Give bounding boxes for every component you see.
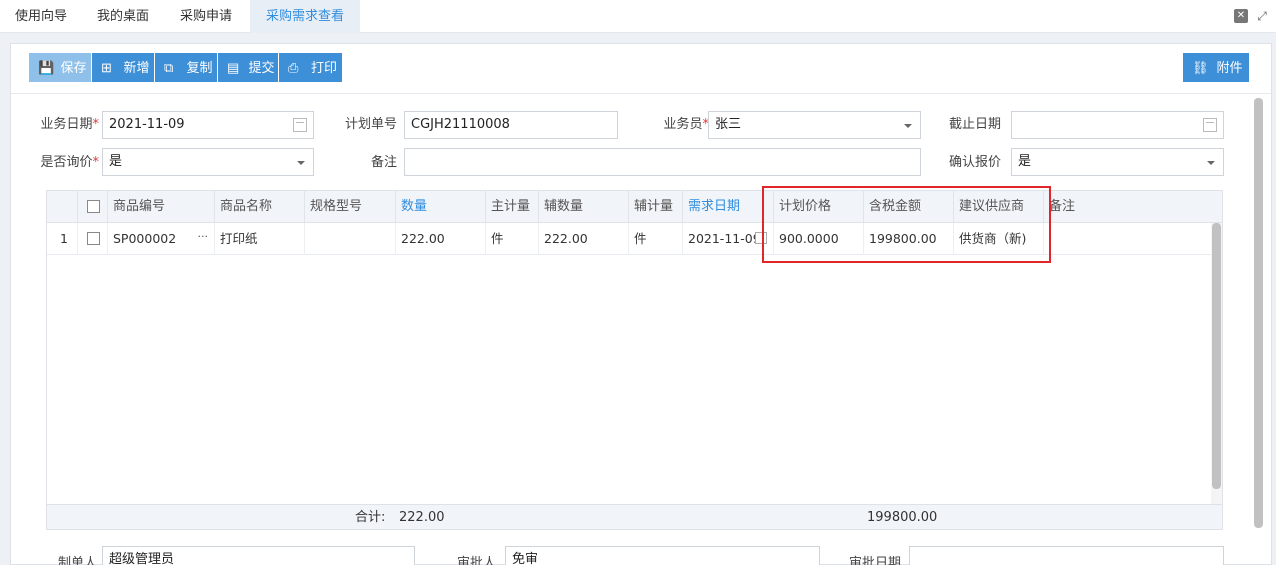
link-icon: ⛓ — [1192, 60, 1209, 75]
page-scrollbar[interactable] — [1253, 98, 1265, 528]
save-button[interactable]: 💾 保存 — [29, 53, 91, 82]
cell-aux-qty[interactable]: 222.00 — [539, 223, 629, 255]
chevron-down-icon — [904, 124, 912, 128]
row-checkbox-cell — [78, 223, 108, 255]
plan-no-label: 计划单号 — [344, 117, 397, 132]
print-icon: ⎙ — [288, 60, 299, 75]
deadline-field[interactable] — [1011, 111, 1224, 139]
plus-square-icon: ⊞ — [101, 60, 112, 75]
header-code[interactable]: 商品编号 — [108, 191, 215, 223]
footer-amount-total: 199800.00 — [867, 510, 938, 525]
cell-unit[interactable]: 件 — [486, 223, 539, 255]
remark-label: 备注 — [370, 155, 397, 170]
deadline-label: 截止日期 — [948, 117, 1001, 132]
copy-button[interactable]: ⧉ 复制 — [155, 53, 217, 82]
chevron-down-icon — [1207, 161, 1215, 165]
cell-name[interactable]: 打印纸 — [215, 223, 305, 255]
chevron-down-icon — [297, 161, 305, 165]
footer-qty-total: 222.00 — [399, 510, 445, 525]
cell-remark[interactable] — [1044, 223, 1211, 255]
header-name[interactable]: 商品名称 — [215, 191, 305, 223]
approve-date-label: 审批日期 — [848, 556, 901, 565]
print-button[interactable]: ⎙ 打印 — [279, 53, 342, 82]
cell-code[interactable]: SP000002 ··· — [108, 223, 215, 255]
more-icon[interactable]: ··· — [198, 223, 209, 253]
maximize-icon[interactable]: ⤢ — [1255, 9, 1269, 23]
calendar-icon[interactable] — [293, 118, 307, 132]
maker-label: 制单人 — [57, 556, 97, 565]
calendar-icon[interactable] — [1203, 118, 1217, 132]
plan-no-field[interactable]: CGJH21110008 — [404, 111, 618, 139]
tab-purchase-request[interactable]: 采购申请 — [164, 0, 248, 33]
header-aux-unit[interactable]: 辅计量 — [629, 191, 683, 223]
tab-desktop[interactable]: 我的桌面 — [82, 0, 164, 33]
page-scrollbar-thumb[interactable] — [1254, 98, 1263, 528]
grid-scrollbar[interactable] — [1211, 223, 1222, 504]
approve-date-field[interactable] — [909, 546, 1224, 565]
header-unit[interactable]: 主计量 — [486, 191, 539, 223]
footer-total-label: 合计: — [355, 510, 386, 525]
submit-button[interactable]: ▤ 提交 — [218, 53, 278, 82]
save-icon: 💾 — [38, 60, 55, 75]
approver-label: 审批人 — [456, 556, 496, 565]
cell-aux-unit[interactable]: 件 — [629, 223, 683, 255]
attachment-button[interactable]: ⛓ 附件 — [1183, 53, 1249, 82]
tab-purchase-demand-view[interactable]: 采购需求查看 — [250, 0, 360, 33]
biz-date-label: 业务日期* — [40, 117, 99, 132]
remark-field[interactable] — [404, 148, 921, 176]
cell-qty[interactable]: 222.00 — [396, 223, 486, 255]
cell-need-date[interactable]: 2021-11-09 — [683, 223, 774, 255]
close-icon[interactable]: ✕ — [1234, 9, 1248, 23]
tab-guide[interactable]: 使用向导 — [0, 0, 82, 33]
header-qty[interactable]: 数量 — [396, 191, 486, 223]
header-aux-qty[interactable]: 辅数量 — [539, 191, 629, 223]
select-all-checkbox[interactable] — [87, 200, 100, 213]
main-panel: 💾 保存 ⊞ 新增 ⧉ 复制 ▤ 提交 ⎙ 打印 ⛓ 附件 业务日期* 2021-11-09 — [0, 33, 1276, 565]
header-checkbox-cell — [78, 191, 108, 223]
biz-date-field[interactable]: 2021-11-09 — [102, 111, 314, 139]
inquiry-label: 是否询价* — [40, 155, 99, 170]
toolbar: 💾 保存 ⊞ 新增 ⧉ 复制 ▤ 提交 ⎙ 打印 ⛓ 附件 — [11, 44, 1271, 94]
cell-spec[interactable] — [305, 223, 396, 255]
salesman-label: 业务员* — [663, 117, 709, 132]
grid-scrollbar-thumb[interactable] — [1212, 223, 1221, 489]
grid-footer: 合计: 222.00 199800.00 — [47, 504, 1222, 529]
header-remark[interactable]: 备注 — [1044, 191, 1222, 223]
row-index: 1 — [47, 223, 78, 255]
document-icon: ▤ — [227, 60, 240, 75]
header-spec[interactable]: 规格型号 — [305, 191, 396, 223]
document-frame: 💾 保存 ⊞ 新增 ⧉ 复制 ▤ 提交 ⎙ 打印 ⛓ 附件 业务日期* 2021-11-09 — [10, 43, 1272, 565]
confirm-quote-select[interactable]: 是 — [1011, 148, 1224, 176]
header-need-date[interactable]: 需求日期 — [683, 191, 774, 223]
add-button[interactable]: ⊞ 新增 — [92, 53, 154, 82]
tab-bar: 使用向导 我的桌面 采购申请 采购需求查看 ✕ ⤢ — [0, 0, 1276, 33]
copy-icon: ⧉ — [164, 60, 174, 75]
salesman-select[interactable]: 张三 — [708, 111, 921, 139]
approver-field[interactable]: 免审 — [505, 546, 820, 565]
row-checkbox[interactable] — [87, 232, 100, 245]
maker-field[interactable]: 超级管理员 — [102, 546, 415, 565]
highlight-box — [762, 186, 1051, 263]
inquiry-select[interactable]: 是 — [102, 148, 314, 176]
header-index — [47, 191, 78, 223]
confirm-quote-label: 确认报价 — [948, 155, 1001, 170]
